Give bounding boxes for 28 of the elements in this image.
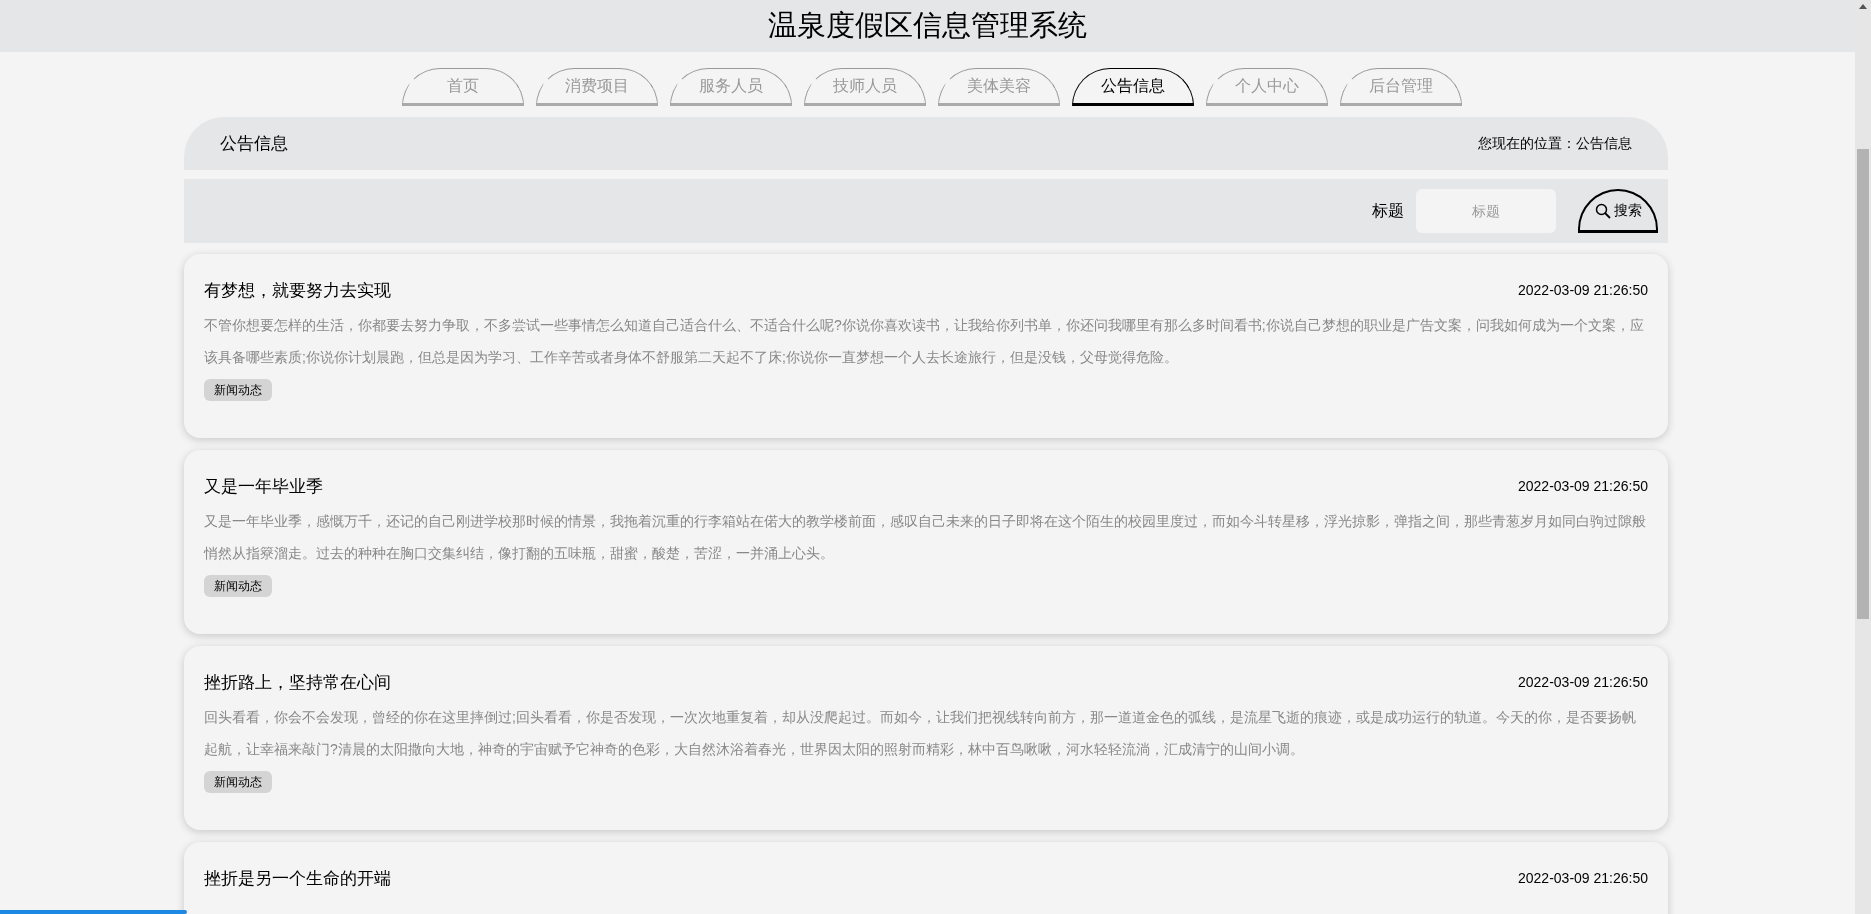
search-field[interactable]: 标题 [1416, 189, 1556, 233]
notice-date: 2022-03-09 21:26:50 [1518, 281, 1648, 301]
site-title: 温泉度假区信息管理系统 [768, 8, 1087, 44]
notice-card[interactable]: 又是一年毕业季 2022-03-09 21:26:50 又是一年毕业季，感慨万千，还记的自己刚进学校那时候的情景，我拖着沉重的行李箱站在偌大的教学楼前面，感叹自己未来的日子即将在这个陌生的校园里度过，而如今斗转星移，浮光掠影，弹指之间，那些青葱岁月如同白驹过隙般悄然从指簝溜走。过去的种种在胸口交集纠结，像打翻的五味瓶，甜蜜，酸楚，苦涩，一并涌上心头。 新闻动态 [184, 450, 1668, 634]
notice-card[interactable] [184, 254, 1668, 438]
notice-title[interactable]: 又是一年毕业季 [204, 474, 323, 500]
notice-card[interactable] [184, 646, 1668, 830]
search-label: 标题 [1372, 201, 1404, 221]
breadcrumb-location: 您现在的位置：公告信息 [1478, 134, 1632, 153]
notice-date: 2022-03-09 21:26:50 [1518, 477, 1648, 497]
notice-summary: 又是一年毕业季，感慨万千，还记的自己刚进学校那时候的情景，我拖着沉重的行李箱站在偌大的教学楼前面，感叹自己未来的日子即将在这个陌生的校园里度过，而如今斗转星移，浮光掠影，弹指之间，那些青葱岁月如同白驹过隙般悄然从指簝溜走。过去的种种在胸口交集纠结，像打翻的五味瓶，甜蜜，酸楚，苦涩，一并涌上心头。 [204, 511, 1647, 563]
notice-date: 2022-03-09 21:26:50 [1518, 673, 1648, 693]
category-tag: 新闻动态 [204, 574, 272, 597]
scroll-up-icon[interactable] [1859, 4, 1867, 9]
section-title: 公告信息 [220, 132, 288, 155]
notice-title[interactable]: 挫折路上，坚持常在心间 [204, 670, 391, 696]
nav-tab[interactable]: 公告信息 [1071, 68, 1194, 106]
notice-card[interactable]: 挫折是另一个生命的开端 2022-03-09 21:26:50 [184, 842, 1668, 914]
notice-title[interactable]: 挫折是另一个生命的开端 [204, 866, 391, 892]
notice-title[interactable]: 有梦想，就要努力去实现 [204, 278, 391, 304]
category-tag: 新闻动态 [204, 378, 272, 401]
category-tag: 新闻动态 [204, 770, 272, 793]
scrollbar-thumb[interactable] [1857, 149, 1869, 619]
search-icon [1594, 202, 1611, 219]
search-button[interactable]: 搜索 [1578, 189, 1658, 233]
notice-date: 2022-03-09 21:26:50 [1518, 869, 1648, 889]
notice-summary: 回头看看，你会不会发现，曾经的你在这里摔倒过;回头看看，你是否发现，一次次地重复着，却从没爬起过。而如今，让我们把视线转向前方，那一道道金色的弧线，是流星飞逝的痕迹，或是成功运行的轨道。今天的你，是否要扬帆起航，让幸福来敲门?清晨的太阳撒向大地，神奇的宇宙赋予它神奇的色彩，大自然沐浴着春光，世界因太阳的照射而精彩，林中百鸟啾啾，河水轻轻流淌，汇成清宁的山间小调。 [204, 707, 1637, 759]
notice-summary: 不管你想要怎样的生活，你都要去努力争取，不多尝试一些事情怎么知道自己适合什么、不适合什么呢?你说你喜欢读书，让我给你列书单，你还问我哪里有那么多时间看书;你说自己梦想的职业是广告文案，问我如何成为一个文案，应该具备哪些素质;你说你计划晨跑，但总是因为学习、工作辛苦或者身体不舒服第二天起不了床;你说你一直梦想一个人去长途旅行，但是没钱，父母觉得危险。 [204, 315, 1645, 367]
